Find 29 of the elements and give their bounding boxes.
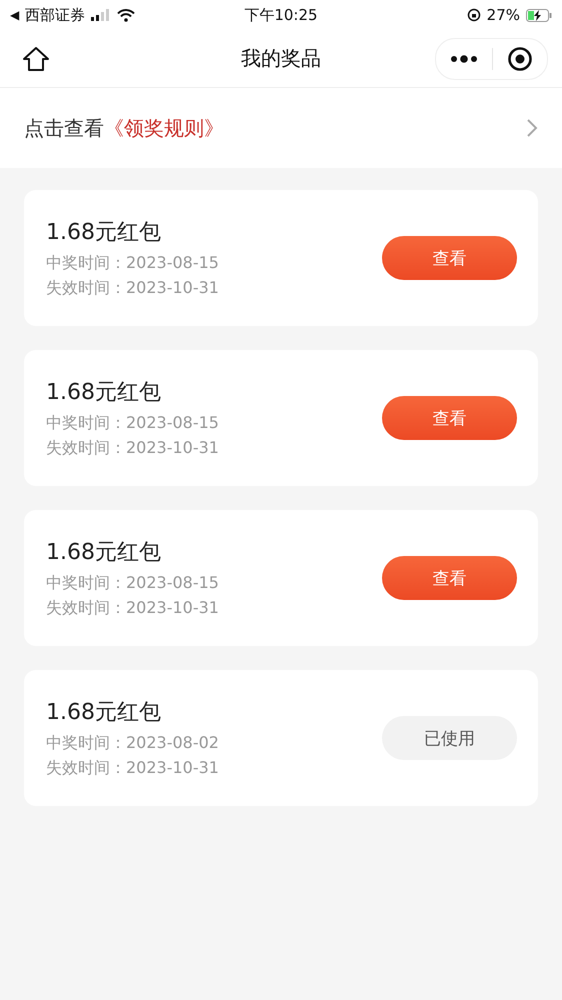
prize-name: 1.68元红包 — [46, 219, 162, 247]
page-title: 我的奖品 — [241, 45, 321, 72]
carrier-name: 西部证券 — [25, 6, 86, 24]
expiry-date: 失效时间：2023-10-31 — [46, 598, 219, 619]
more-icon[interactable] — [450, 54, 478, 62]
prize-name: 1.68元红包 — [46, 379, 162, 407]
rotation-lock-icon — [466, 8, 481, 22]
battery-percent: 27% — [486, 6, 520, 24]
view-button[interactable]: 查看 — [382, 556, 517, 600]
signal-icon — [91, 9, 112, 21]
rules-link[interactable]: 《领奖规则》 — [104, 114, 224, 142]
view-button[interactable]: 查看 — [382, 396, 517, 440]
rules-prompt: 点击查看 — [24, 114, 104, 142]
home-icon[interactable] — [22, 46, 50, 72]
won-date: 中奖时间：2023-08-15 — [46, 413, 219, 434]
prize-name: 1.68元红包 — [46, 699, 162, 727]
back-arrow[interactable]: ◀ — [10, 8, 20, 22]
expiry-date: 失效时间：2023-10-31 — [46, 758, 219, 779]
wifi-icon — [117, 8, 136, 22]
won-date: 中奖时间：2023-08-02 — [46, 733, 219, 754]
close-icon[interactable] — [507, 46, 533, 72]
won-date: 中奖时间：2023-08-15 — [46, 573, 219, 594]
battery-icon — [526, 8, 552, 22]
expiry-date: 失效时间：2023-10-31 — [46, 438, 219, 459]
expiry-date: 失效时间：2023-10-31 — [46, 278, 219, 299]
prize-name: 1.68元红包 — [46, 539, 162, 567]
view-button[interactable]: 查看 — [382, 236, 517, 280]
clock-time: 下午10:25 — [244, 6, 318, 24]
won-date: 中奖时间：2023-08-15 — [46, 253, 219, 274]
